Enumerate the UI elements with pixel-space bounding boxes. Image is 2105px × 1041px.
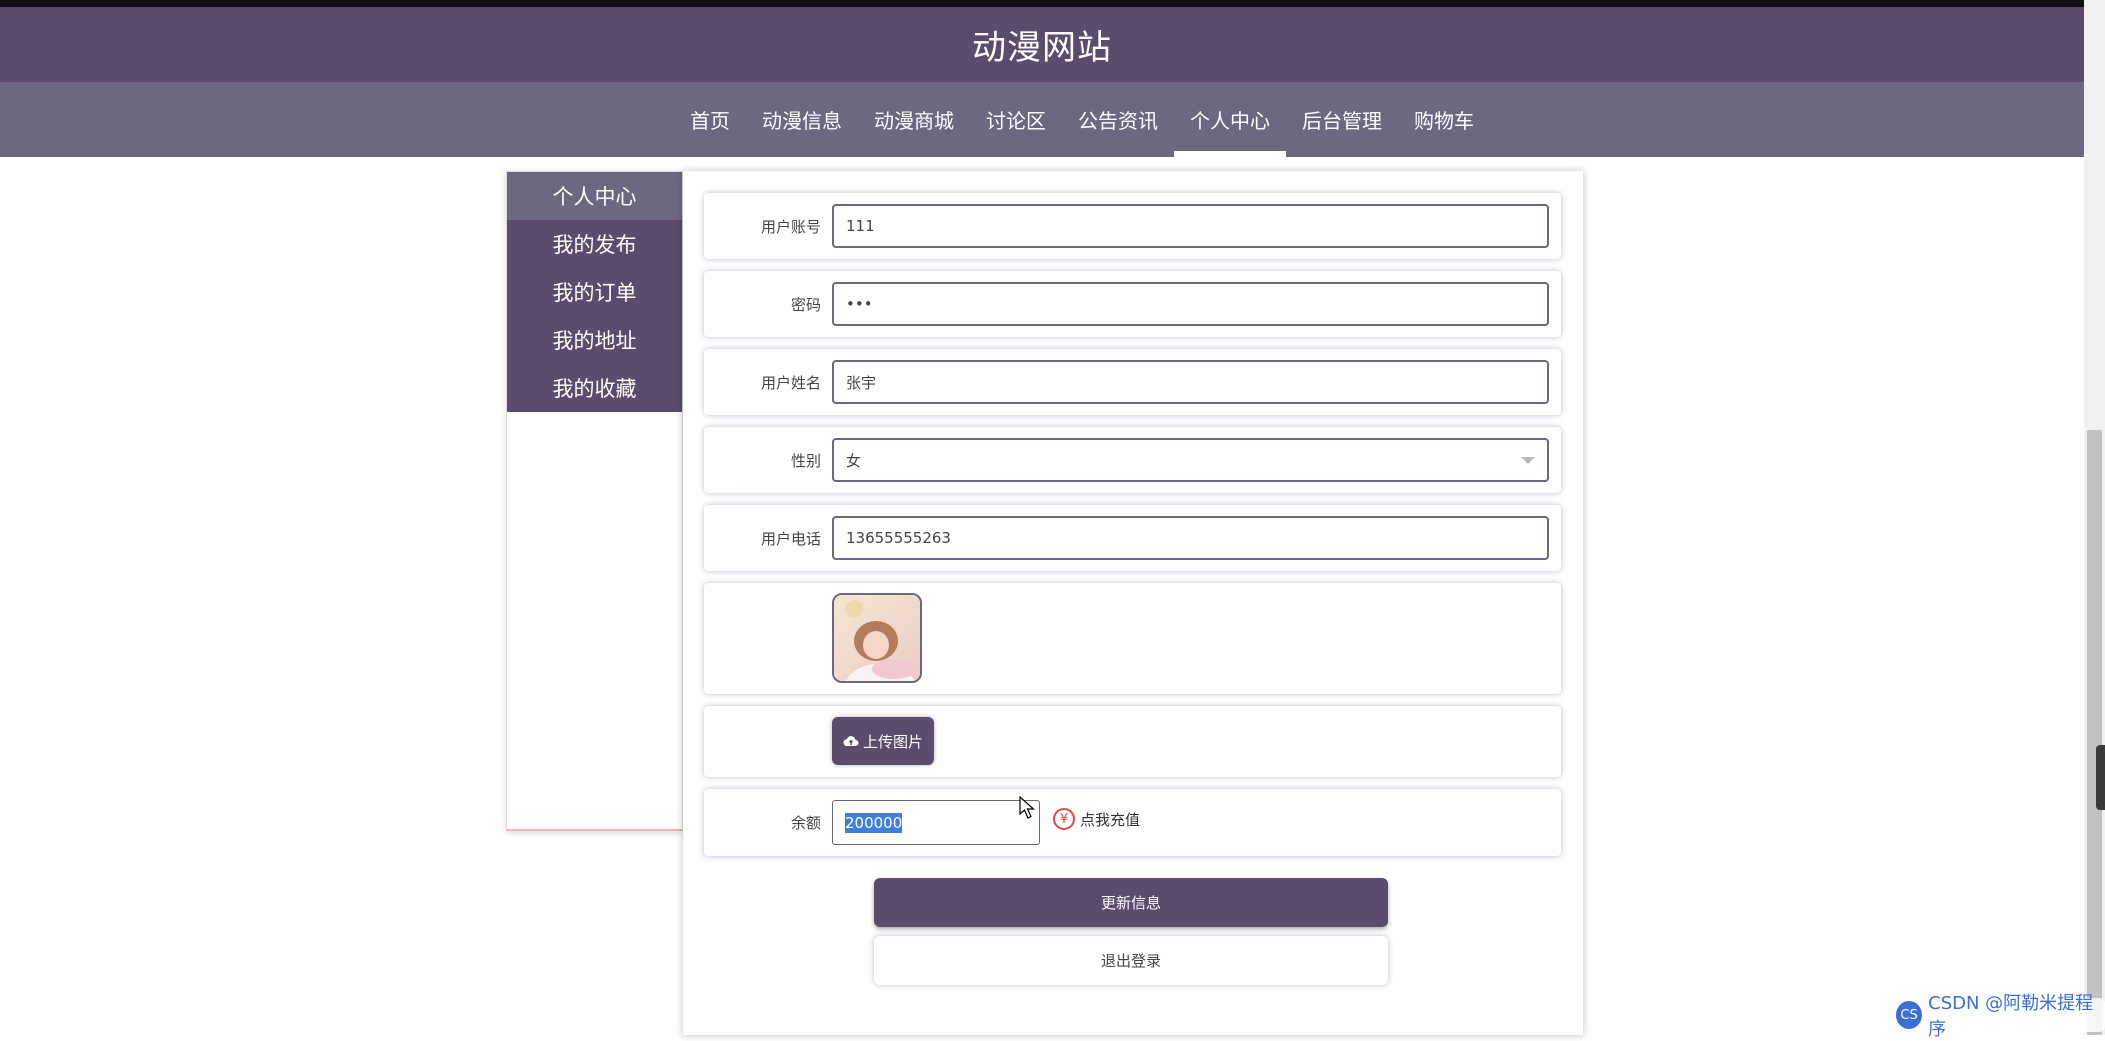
sidebar-item-my-orders[interactable]: 我的订单 bbox=[507, 268, 682, 316]
yen-icon: ¥ bbox=[1053, 808, 1075, 830]
balance-value: 200000 bbox=[845, 812, 903, 833]
form-row-balance: 余额 200000 ¥ 点我充值 bbox=[704, 789, 1561, 856]
form-row-upload: 上传图片 bbox=[704, 706, 1561, 777]
csdn-watermark: CS CSDN @阿勒米提程序 bbox=[1890, 993, 2105, 1040]
account-input[interactable]: 111 bbox=[832, 204, 1549, 248]
side-tab-widget[interactable] bbox=[2096, 745, 2105, 810]
nav-item-personal-center[interactable]: 个人中心 bbox=[1174, 82, 1286, 157]
phone-label: 用户电话 bbox=[760, 530, 821, 548]
recharge-link[interactable]: ¥ 点我充值 bbox=[1053, 808, 1140, 830]
account-label: 用户账号 bbox=[760, 218, 821, 236]
password-label: 密码 bbox=[790, 296, 821, 314]
nav-item-news[interactable]: 公告资讯 bbox=[1062, 82, 1174, 157]
page-scrollbar[interactable] bbox=[2084, 0, 2105, 1035]
sidebar-item-my-favorites[interactable]: 我的收藏 bbox=[507, 364, 682, 412]
nav-item-home[interactable]: 首页 bbox=[674, 82, 746, 157]
csdn-logo-icon: CS bbox=[1896, 1001, 1923, 1029]
sidebar-menu: 个人中心 我的发布 我的订单 我的地址 我的收藏 bbox=[507, 172, 682, 412]
chevron-down-icon bbox=[1521, 457, 1535, 464]
recharge-label: 点我充值 bbox=[1080, 810, 1141, 829]
update-info-button[interactable]: 更新信息 bbox=[874, 878, 1388, 927]
site-header: 动漫网站 bbox=[0, 7, 2084, 82]
nav-item-forum[interactable]: 讨论区 bbox=[970, 82, 1062, 157]
nav-item-anime-info[interactable]: 动漫信息 bbox=[746, 82, 858, 157]
main-nav: 首页 动漫信息 动漫商城 讨论区 公告资讯 个人中心 后台管理 购物车 bbox=[0, 82, 2084, 157]
password-input[interactable]: ••• bbox=[832, 282, 1549, 326]
avatar-image bbox=[832, 593, 922, 683]
site-title: 动漫网站 bbox=[972, 28, 1112, 68]
nav-item-cart[interactable]: 购物车 bbox=[1398, 82, 1490, 157]
form-row-name: 用户姓名 张宇 bbox=[704, 349, 1561, 415]
sidebar-item-my-address[interactable]: 我的地址 bbox=[507, 316, 682, 364]
watermark-text: CSDN @阿勒米提程序 bbox=[1928, 993, 2094, 1040]
upload-image-label: 上传图片 bbox=[862, 732, 923, 751]
mouse-cursor-icon bbox=[1019, 796, 1036, 819]
form-row-account: 用户账号 111 bbox=[704, 193, 1561, 259]
name-input[interactable]: 张宇 bbox=[832, 360, 1549, 404]
sidebar-item-my-posts[interactable]: 我的发布 bbox=[507, 220, 682, 268]
form-row-gender: 性别 女 bbox=[704, 427, 1561, 493]
profile-form-panel: 用户账号 111 密码 ••• 用户姓名 张宇 性别 女 用户电话 136555… bbox=[683, 171, 1583, 1035]
name-label: 用户姓名 bbox=[760, 374, 821, 392]
logout-button[interactable]: 退出登录 bbox=[874, 936, 1388, 985]
phone-input[interactable]: 13655555263 bbox=[832, 516, 1549, 560]
gender-select-value: 女 bbox=[846, 451, 862, 470]
gender-label: 性别 bbox=[790, 452, 821, 470]
nav-item-anime-shop[interactable]: 动漫商城 bbox=[858, 82, 970, 157]
form-row-phone: 用户电话 13655555263 bbox=[704, 505, 1561, 571]
nav-item-admin[interactable]: 后台管理 bbox=[1286, 82, 1398, 157]
cloud-upload-icon bbox=[843, 736, 859, 747]
sidebar-item-personal-center[interactable]: 个人中心 bbox=[507, 172, 682, 220]
scrollbar-thumb[interactable] bbox=[2087, 430, 2102, 1035]
window-top-strip bbox=[0, 0, 2105, 7]
gender-select[interactable]: 女 bbox=[832, 438, 1549, 482]
upload-image-button[interactable]: 上传图片 bbox=[832, 717, 934, 765]
form-row-password: 密码 ••• bbox=[704, 271, 1561, 337]
balance-input[interactable]: 200000 bbox=[832, 800, 1040, 845]
form-row-avatar bbox=[704, 583, 1561, 694]
balance-label: 余额 bbox=[790, 814, 821, 832]
sidebar: 个人中心 我的发布 我的订单 我的地址 我的收藏 bbox=[506, 171, 683, 831]
